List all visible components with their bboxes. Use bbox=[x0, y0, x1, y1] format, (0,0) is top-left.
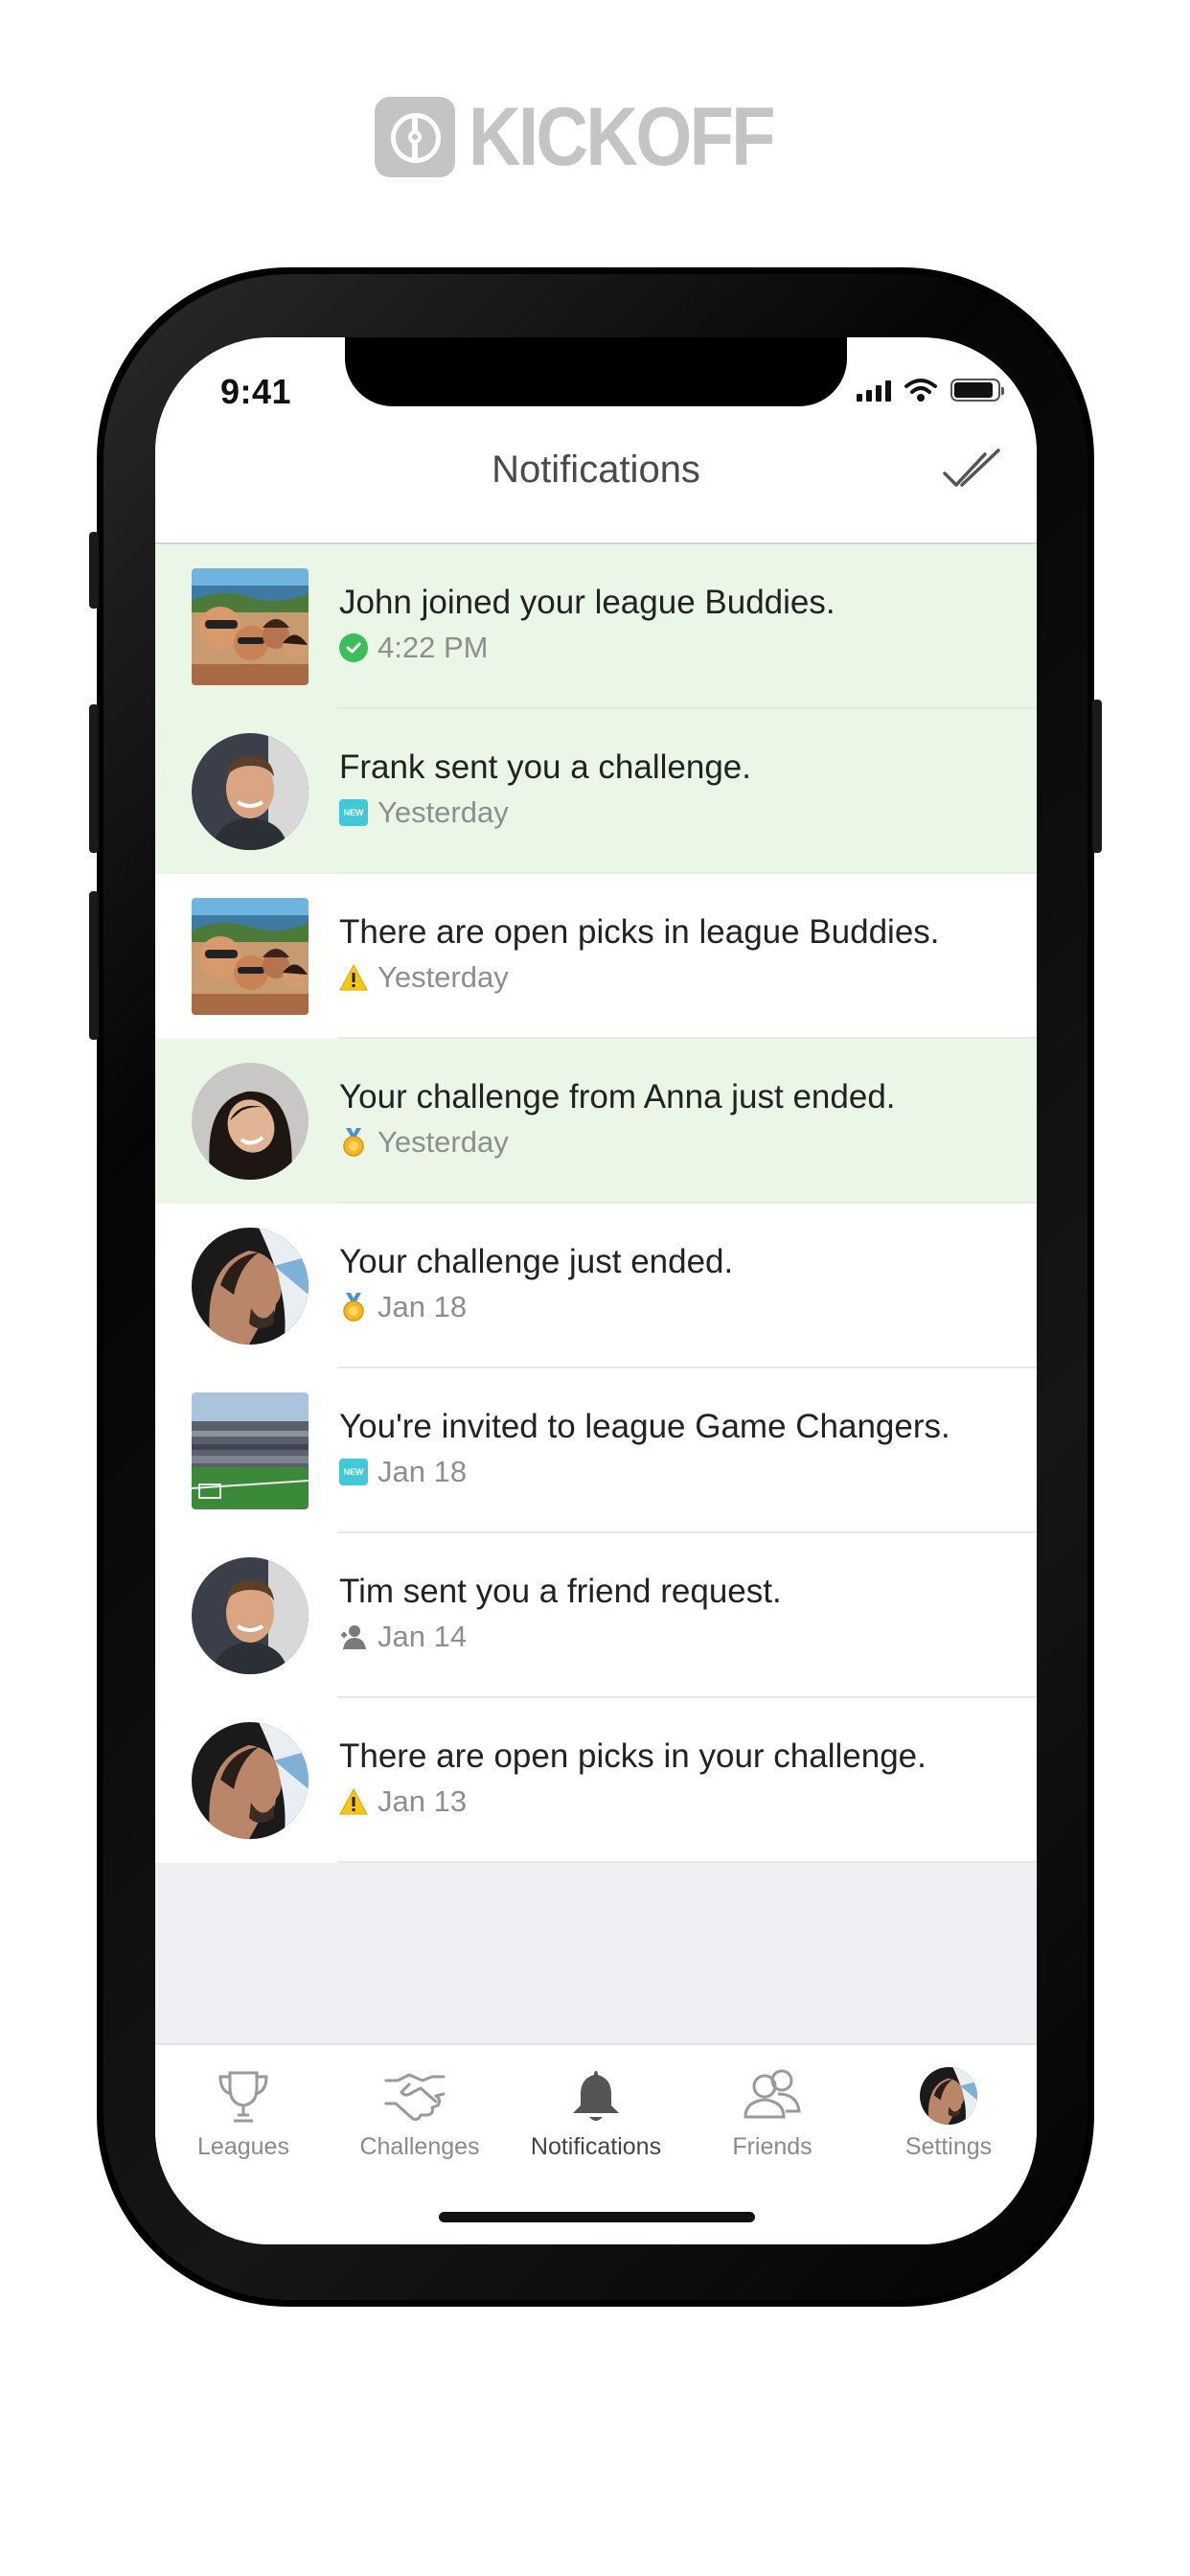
page-title: Notifications bbox=[492, 448, 700, 491]
cellular-signal-icon bbox=[857, 379, 891, 402]
mute-switch bbox=[89, 532, 99, 609]
avatar bbox=[192, 1722, 309, 1839]
notification-time: Yesterday bbox=[378, 795, 509, 829]
avatar bbox=[192, 733, 309, 850]
phone-screen: 9:41 Notifications John joined your leag… bbox=[155, 337, 1037, 2244]
power-button bbox=[1092, 700, 1102, 853]
medal-icon bbox=[339, 1128, 368, 1157]
new-badge-icon: NEW bbox=[339, 1459, 368, 1485]
notification-meta: Yesterday bbox=[339, 960, 1018, 995]
check-circle-icon bbox=[339, 633, 368, 662]
tab-icon bbox=[332, 2062, 508, 2129]
notification-time: 4:22 PM bbox=[378, 631, 489, 664]
notification-row[interactable]: John joined your league Buddies. 4:22 PM bbox=[155, 544, 1037, 709]
tab-label: Leagues bbox=[197, 2133, 289, 2160]
notch bbox=[345, 337, 847, 406]
tab-label: Notifications bbox=[530, 2133, 662, 2160]
notification-time: Jan 13 bbox=[378, 1784, 468, 1818]
avatar bbox=[192, 898, 309, 1015]
tab-label: Friends bbox=[732, 2133, 812, 2160]
tab-label: Settings bbox=[904, 2133, 993, 2160]
notification-meta: NEW Yesterday bbox=[339, 795, 1018, 830]
tab-challenges[interactable]: Challenges bbox=[332, 2062, 508, 2161]
notification-content: Your challenge from Anna just ended. Yest… bbox=[339, 1077, 1018, 1160]
notification-row[interactable]: Frank sent you a challenge. NEW Yesterday bbox=[155, 709, 1037, 874]
double-check-icon[interactable] bbox=[941, 445, 1008, 493]
notification-message: Frank sent you a challenge. bbox=[339, 748, 751, 786]
notification-meta: 4:22 PM bbox=[339, 631, 1018, 665]
notification-content: There are open picks in your challenge. J… bbox=[339, 1736, 1018, 1819]
medal-icon bbox=[339, 1293, 368, 1322]
tab-icon bbox=[508, 2062, 684, 2129]
notification-message: Your challenge just ended. bbox=[339, 1243, 734, 1280]
notification-time: Yesterday bbox=[378, 960, 509, 994]
list-empty-area bbox=[155, 1863, 1037, 2043]
bell-icon bbox=[573, 2071, 619, 2121]
notification-meta: Jan 14 bbox=[339, 1620, 1018, 1654]
avatar bbox=[192, 1392, 309, 1509]
home-indicator[interactable] bbox=[439, 2212, 755, 2222]
tab-settings[interactable]: Settings bbox=[860, 2062, 1037, 2161]
notification-row[interactable]: Tim sent you a friend request. Jan 14 bbox=[155, 1533, 1037, 1698]
notification-message: John joined your league Buddies. bbox=[339, 584, 835, 621]
notification-message: There are open picks in your challenge. bbox=[339, 1737, 927, 1775]
tab-leagues[interactable]: Leagues bbox=[155, 2062, 332, 2161]
handshake-icon bbox=[384, 2073, 446, 2121]
tab-icon bbox=[684, 2062, 860, 2129]
tab-friends[interactable]: Friends bbox=[684, 2062, 860, 2161]
notification-content: Your challenge just ended. Jan 18 bbox=[339, 1242, 1018, 1324]
notification-row[interactable]: You're invited to league Game Changers. N… bbox=[155, 1368, 1037, 1533]
notifications-list: John joined your league Buddies. 4:22 PM F… bbox=[155, 544, 1037, 1863]
battery-icon bbox=[950, 379, 1004, 402]
notification-row[interactable]: Your challenge from Anna just ended. Yest… bbox=[155, 1039, 1037, 1204]
notification-time: Jan 18 bbox=[378, 1290, 468, 1323]
notification-row[interactable]: Your challenge just ended. Jan 18 bbox=[155, 1204, 1037, 1368]
avatar bbox=[192, 1063, 309, 1180]
nav-bar: Notifications bbox=[155, 406, 1037, 544]
notification-time: Jan 18 bbox=[378, 1455, 468, 1488]
profile-avatar bbox=[920, 2067, 977, 2125]
tab-label: Challenges bbox=[359, 2133, 480, 2160]
wifi-icon bbox=[904, 379, 937, 402]
volume-up-button bbox=[89, 704, 99, 853]
notification-content: There are open picks in league Buddies. Y… bbox=[339, 912, 1018, 995]
friends-icon bbox=[744, 2069, 801, 2119]
notification-content: John joined your league Buddies. 4:22 PM bbox=[339, 583, 1018, 665]
notification-row[interactable]: There are open picks in your challenge. J… bbox=[155, 1698, 1037, 1863]
notification-message: Tim sent you a friend request. bbox=[339, 1573, 782, 1610]
notification-message: Your challenge from Anna just ended. bbox=[339, 1078, 896, 1116]
notification-row[interactable]: There are open picks in league Buddies. Y… bbox=[155, 874, 1037, 1039]
warning-icon bbox=[339, 963, 368, 992]
notification-content: You're invited to league Game Changers. N… bbox=[339, 1407, 1018, 1489]
kickoff-logo: KICKOFF bbox=[0, 96, 1190, 178]
tab-icon bbox=[860, 2062, 1037, 2129]
avatar bbox=[192, 568, 309, 685]
new-badge-icon: NEW bbox=[339, 799, 368, 826]
trophy-icon bbox=[218, 2071, 268, 2123]
notification-message: There are open picks in league Buddies. bbox=[339, 913, 940, 951]
tab-icon bbox=[155, 2062, 332, 2129]
status-icons bbox=[857, 378, 1004, 402]
notification-content: Tim sent you a friend request. Jan 14 bbox=[339, 1572, 1018, 1654]
notification-meta: Jan 13 bbox=[339, 1784, 1018, 1819]
notification-meta: Jan 18 bbox=[339, 1290, 1018, 1324]
avatar bbox=[192, 1557, 309, 1674]
warning-icon bbox=[339, 1787, 368, 1816]
volume-down-button bbox=[89, 891, 99, 1040]
notification-meta: NEW Jan 18 bbox=[339, 1455, 1018, 1489]
brand-name: KICKOFF bbox=[469, 91, 775, 183]
notification-message: You're invited to league Game Changers. bbox=[339, 1408, 950, 1445]
notification-time: Jan 14 bbox=[378, 1620, 468, 1653]
notification-meta: Yesterday bbox=[339, 1125, 1018, 1160]
tab-notifications[interactable]: Notifications bbox=[508, 2062, 684, 2161]
kickoff-logo-icon bbox=[375, 97, 456, 177]
notification-time: Yesterday bbox=[378, 1125, 509, 1159]
notification-content: Frank sent you a challenge. NEW Yesterday bbox=[339, 748, 1018, 830]
friend-icon bbox=[339, 1622, 368, 1651]
avatar bbox=[192, 1228, 309, 1345]
